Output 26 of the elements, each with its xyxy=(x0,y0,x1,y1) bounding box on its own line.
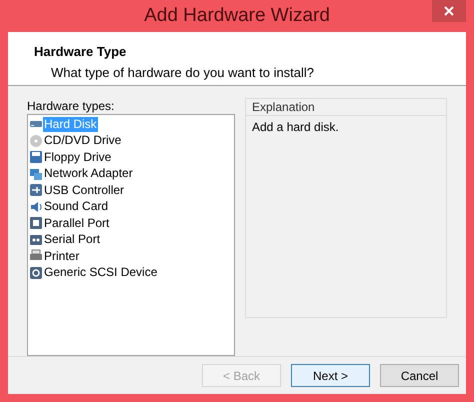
port-icon xyxy=(29,232,43,247)
page-title: Hardware Type xyxy=(34,43,128,61)
disc-icon xyxy=(29,134,43,148)
explanation-title: Explanation xyxy=(251,99,316,115)
hardware-list[interactable]: Hard Disk CD/DVD Drive Floppy Drive Network Adapter USB Controller Sound Card Parallel Port Serial Port Printer Generic SCSI Device xyxy=(27,114,235,356)
list-item[interactable]: Sound Card xyxy=(43,199,110,214)
list-item[interactable]: Printer xyxy=(43,248,80,264)
wizard-button[interactable]: Next > xyxy=(291,364,370,387)
list-item[interactable]: CD/DVD Drive xyxy=(43,133,122,148)
speaker-icon xyxy=(29,200,43,214)
close-button[interactable] xyxy=(432,0,466,22)
list-item[interactable]: Serial Port xyxy=(43,232,102,248)
list-item[interactable]: Network Adapter xyxy=(43,166,134,182)
wizard-button[interactable]: Cancel xyxy=(380,364,459,387)
close-icon xyxy=(444,6,454,16)
list-item[interactable]: Parallel Port xyxy=(43,216,110,231)
network-icon xyxy=(29,166,43,181)
port-icon xyxy=(29,216,43,230)
explanation-text: Add a hard disk. xyxy=(246,115,446,136)
list-item[interactable]: USB Controller xyxy=(43,182,126,198)
window-title: Add Hardware Wizard xyxy=(144,4,330,28)
list-item[interactable]: Generic SCSI Device xyxy=(43,265,158,280)
page-subtitle: What type of hardware do you want to install? xyxy=(50,64,316,82)
list-label: Hardware types: xyxy=(27,98,116,114)
chip-icon xyxy=(29,266,43,280)
list-item[interactable]: Floppy Drive xyxy=(43,150,112,165)
